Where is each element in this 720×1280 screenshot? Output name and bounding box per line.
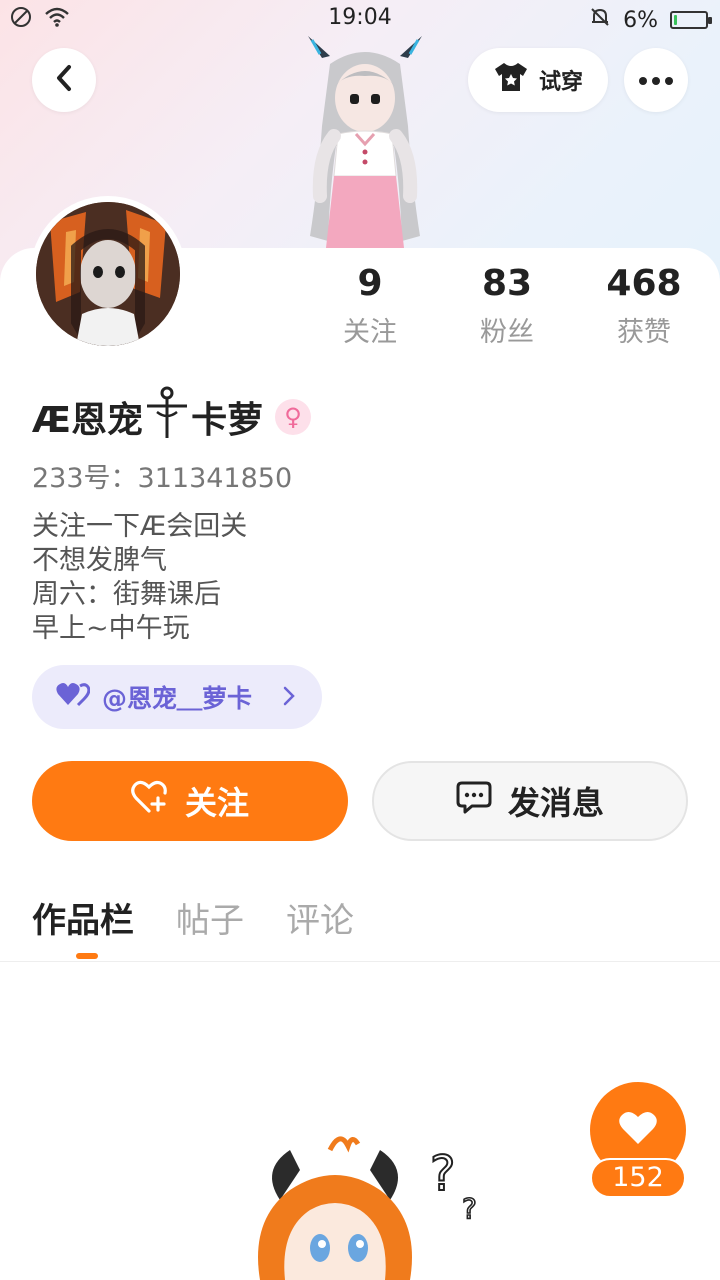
send-message-button[interactable]: 发消息	[372, 761, 688, 841]
username-text: Æ恩宠	[32, 399, 144, 441]
bio-line: 不想发脾气	[32, 545, 167, 576]
chat-bubble-icon	[456, 780, 492, 822]
linked-account-label: @恩宠＿萝卡	[102, 684, 253, 713]
stat-fans[interactable]: 83 粉丝	[437, 260, 577, 349]
stat-likes-label: 获赞	[617, 317, 671, 348]
tab-comments[interactable]: 评论	[286, 893, 354, 942]
more-options-button[interactable]	[624, 48, 688, 112]
svg-text:?: ?	[462, 1192, 477, 1225]
username: Æ恩宠 卡萝 ♀	[32, 384, 312, 449]
heart-icon	[618, 1110, 658, 1150]
user-id: 233号：311341850	[32, 463, 293, 494]
back-button[interactable]	[32, 48, 96, 112]
tab-divider	[0, 961, 720, 962]
send-message-label: 发消息	[507, 784, 604, 822]
heart-plus-icon	[131, 780, 169, 822]
stat-fans-label: 粉丝	[480, 317, 534, 348]
try-on-label: 试穿	[538, 70, 583, 95]
more-dots-icon	[638, 71, 674, 90]
profile-stats: 9 关注 83 粉丝 468 获赞	[300, 260, 720, 360]
stat-following-label: 关注	[343, 317, 397, 348]
like-count: 152	[590, 1158, 686, 1198]
profile-bio: 关注一下Æ会回关 不想发脾气 周六：街舞课后 早上~中午玩	[32, 510, 247, 646]
svg-text:?: ?	[430, 1146, 455, 1202]
stat-likes-value: 468	[606, 263, 682, 304]
bio-line: 关注一下Æ会回关	[32, 511, 248, 542]
tab-works[interactable]: 作品栏	[32, 893, 134, 959]
battery-icon	[670, 11, 712, 29]
follow-label: 关注	[184, 784, 249, 822]
stat-following[interactable]: 9 关注	[300, 260, 440, 349]
battery-percent: 6%	[623, 7, 658, 33]
bell-muted-icon	[589, 6, 611, 34]
female-gender-icon: ♀	[275, 398, 312, 435]
character-figure[interactable]	[290, 36, 440, 248]
battery-fill	[674, 15, 677, 25]
username-suffix: 卡萝	[191, 399, 264, 441]
empty-state-illustration: ? ?	[240, 1130, 510, 1280]
linked-account-badge[interactable]: @恩宠＿萝卡	[32, 665, 322, 729]
status-bar: 19:04 6%	[0, 0, 720, 36]
chevron-right-icon	[282, 679, 296, 714]
double-heart-icon	[56, 681, 91, 713]
follow-button[interactable]: 关注	[32, 761, 348, 841]
tab-posts[interactable]: 帖子	[176, 893, 244, 942]
bio-line: 周六：街舞课后	[32, 579, 221, 610]
bio-line: 早上~中午玩	[32, 613, 190, 644]
stat-likes[interactable]: 468 获赞	[574, 260, 714, 349]
profile-avatar[interactable]	[30, 196, 186, 352]
try-on-button[interactable]: 试穿	[468, 48, 608, 112]
decorative-cross-icon	[145, 384, 189, 449]
chevron-left-icon	[53, 64, 75, 96]
content-tabs: 作品栏 帖子 评论	[32, 893, 354, 959]
stat-fans-value: 83	[481, 263, 533, 304]
shirt-icon	[493, 61, 529, 99]
stat-following-value: 9	[357, 263, 383, 304]
